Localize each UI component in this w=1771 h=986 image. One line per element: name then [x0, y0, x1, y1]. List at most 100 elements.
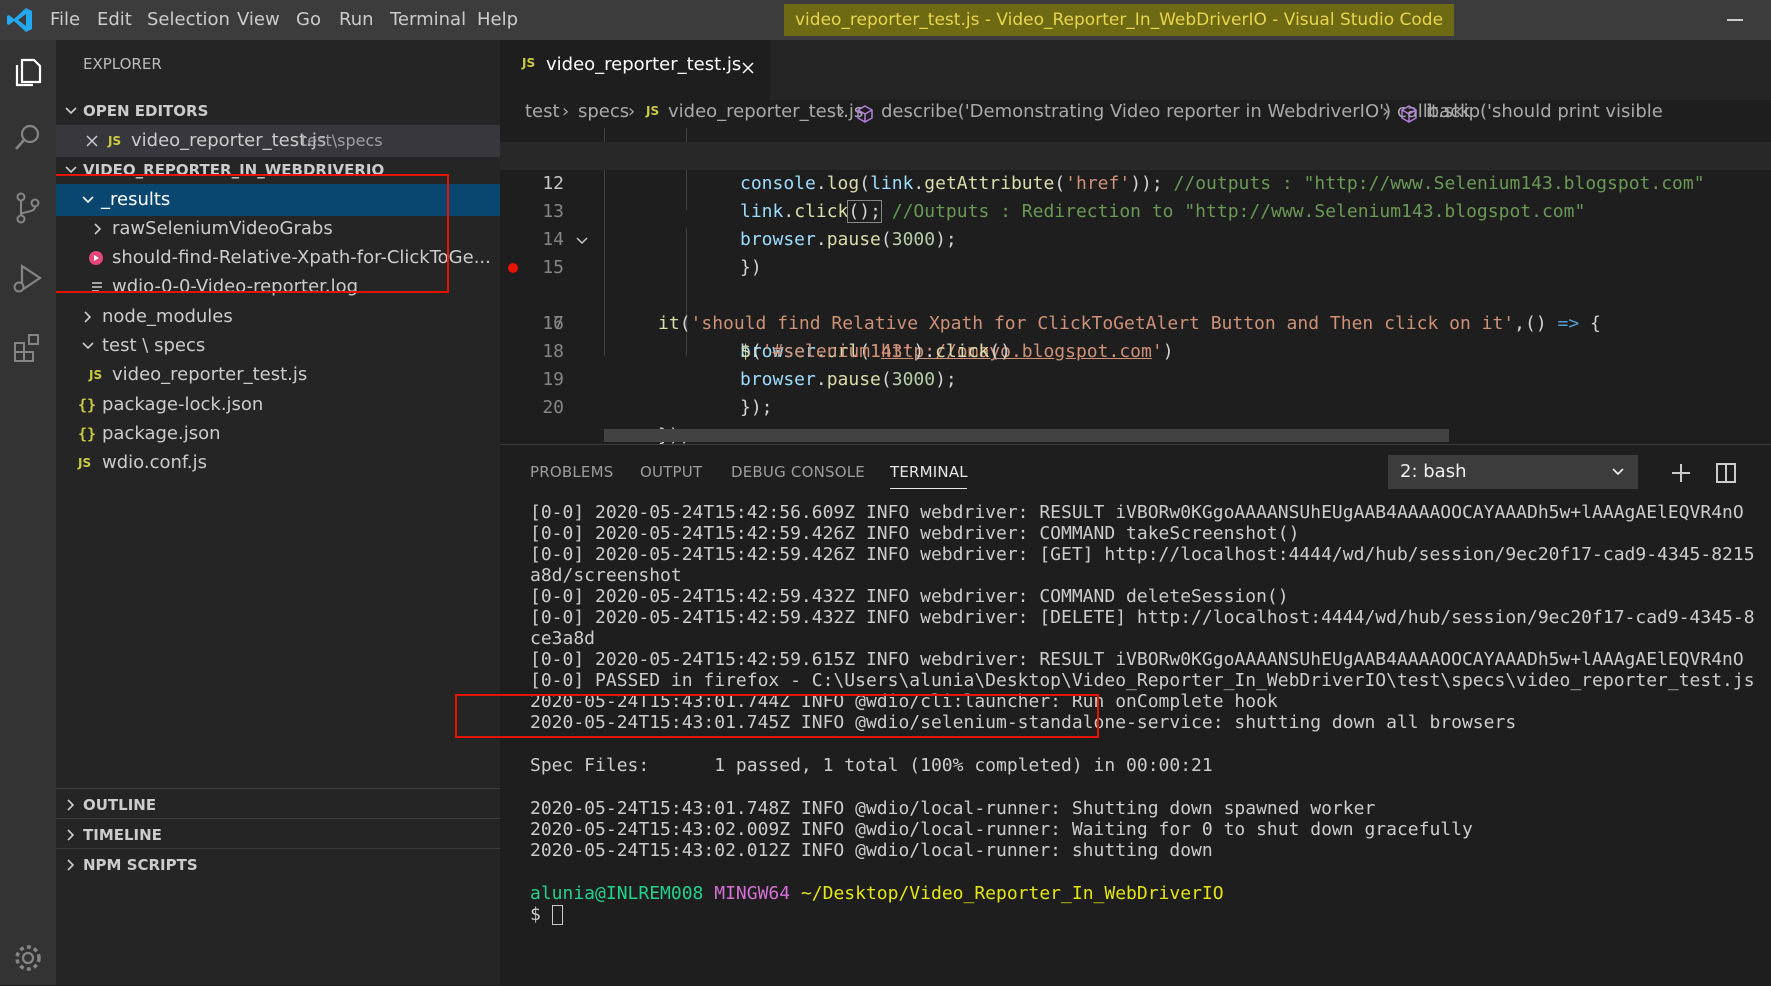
- line-number: 20: [542, 397, 564, 418]
- open-editor-item[interactable]: JS video_reporter_test.js test\specs: [56, 125, 500, 157]
- settings-gear-icon[interactable]: [8, 938, 48, 978]
- tree-item-package-lock[interactable]: {} package-lock.json: [56, 389, 500, 421]
- tab-debug-console[interactable]: DEBUG CONSOLE: [731, 463, 865, 481]
- explorer-icon[interactable]: [8, 52, 48, 92]
- tree-label: rawSeleniumVideoGrabs: [112, 218, 333, 239]
- open-editors-header[interactable]: OPEN EDITORS: [56, 95, 500, 127]
- terminal-prompt: alunia@INLREM008 MINGW64 ~/Desktop/Video…: [530, 882, 1224, 906]
- js-file-icon: JS: [89, 368, 103, 382]
- prompt-symbol: $: [530, 904, 541, 925]
- active-tab-underline: [890, 488, 967, 489]
- terminal-line: [0-0] 2020-05-24T15:42:59.426Z INFO webd…: [530, 544, 1755, 565]
- prompt-user: alunia@INLREM008: [530, 883, 704, 904]
- code-line-13: 13 browser.pause(3000);: [500, 170, 1771, 250]
- tree-label: wdio-0-0-Video-reporter.log: [112, 276, 359, 297]
- tree-item-node-modules[interactable]: node_modules: [56, 301, 500, 333]
- terminal-line: 2020-05-24T15:43:01.745Z INFO @wdio/sele…: [530, 712, 1517, 733]
- tree-item-rawseleniumvideograbs[interactable]: rawSeleniumVideoGrabs: [56, 213, 500, 245]
- breadcrumb: test › specs › JS video_reporter_test.js…: [500, 100, 1771, 128]
- tree-label: node_modules: [102, 306, 233, 327]
- minimize-icon[interactable]: [1727, 19, 1743, 21]
- tab-output[interactable]: OUTPUT: [640, 463, 702, 481]
- tree-item-video-reporter-test[interactable]: JS video_reporter_test.js: [56, 359, 500, 391]
- breadcrumb-item[interactable]: video_reporter_test.js: [668, 101, 863, 122]
- npm-scripts-label: NPM SCRIPTS: [83, 856, 198, 874]
- tree-item-video-file[interactable]: should-find-Relative-Xpath-for-ClickToGe…: [56, 242, 500, 274]
- menu-go[interactable]: Go: [296, 9, 321, 30]
- chevron-down-icon: [1612, 468, 1624, 476]
- chevron-right-icon: [67, 799, 75, 811]
- chevron-down-icon: [82, 342, 94, 350]
- tree-label: wdio.conf.js: [102, 452, 208, 473]
- chevron-right-icon: ›: [838, 101, 846, 122]
- tree-item-results[interactable]: _results: [56, 184, 500, 216]
- tree-item-test-specs[interactable]: test \ specs: [56, 330, 500, 362]
- code-line-20: 20 });: [500, 366, 1771, 444]
- code-line-12: 12 link.click(); //Outputs : Redirection…: [500, 142, 1771, 223]
- source-control-icon[interactable]: [8, 188, 48, 228]
- tab-problems[interactable]: PROBLEMS: [530, 463, 613, 481]
- tree-label: test \ specs: [102, 335, 206, 356]
- js-file-icon: JS: [522, 56, 536, 70]
- tab-terminal[interactable]: TERMINAL: [890, 463, 968, 481]
- tab-label: video_reporter_test.js: [546, 54, 742, 75]
- js-file-icon: JS: [646, 104, 660, 118]
- menu-edit[interactable]: Edit: [97, 9, 132, 30]
- terminal-cursor: [551, 905, 563, 925]
- run-debug-icon[interactable]: [8, 258, 48, 298]
- close-icon[interactable]: [86, 135, 98, 147]
- menu-file[interactable]: File: [50, 9, 80, 30]
- split-terminal-icon[interactable]: [1716, 463, 1736, 483]
- search-icon[interactable]: [8, 118, 48, 158]
- code-line-18: 18 browser.pause(3000);: [500, 310, 1771, 390]
- tree-label: _results: [101, 189, 171, 210]
- close-icon[interactable]: [742, 62, 754, 74]
- tree-label: package-lock.json: [102, 394, 264, 415]
- extensions-icon[interactable]: [8, 328, 48, 368]
- tree-item-wdio-conf[interactable]: JS wdio.conf.js: [56, 447, 500, 479]
- breadcrumb-item[interactable]: specs: [578, 101, 629, 122]
- terminal-line: 2020-05-24T15:43:02.012Z INFO @wdio/loca…: [530, 840, 1213, 861]
- menu-selection[interactable]: Selection: [147, 9, 230, 30]
- project-header[interactable]: VIDEO_REPORTER_IN_WEBDRIVERIO: [56, 154, 500, 186]
- breadcrumb-item[interactable]: test: [525, 101, 560, 122]
- open-editor-filename: video_reporter_test.js: [131, 130, 327, 151]
- menu-terminal[interactable]: Terminal: [390, 9, 466, 30]
- tree-item-log-file[interactable]: wdio-0-0-Video-reporter.log: [56, 271, 500, 303]
- horizontal-scrollbar[interactable]: [604, 429, 1449, 442]
- breadcrumb-item[interactable]: it.skip('should print visible: [1426, 101, 1663, 122]
- terminal-selector[interactable]: 2: bash: [1388, 455, 1638, 489]
- code-line-11: 11 console.log(link.getAttribute('href')…: [500, 128, 1771, 194]
- menu-view[interactable]: View: [237, 9, 280, 30]
- explorer-title: EXPLORER: [83, 55, 162, 73]
- code-line-16: 16 browser.url('http://omayo.blogspot.co…: [500, 254, 1771, 362]
- chevron-right-icon: ›: [1382, 101, 1390, 122]
- fold-chevron-icon[interactable]: [576, 236, 588, 246]
- outline-header[interactable]: OUTLINE: [56, 789, 500, 821]
- menu-help[interactable]: Help: [477, 9, 518, 30]
- timeline-header[interactable]: TIMELINE: [56, 819, 500, 851]
- open-editors-label: OPEN EDITORS: [83, 102, 209, 120]
- chevron-down-icon: [65, 107, 77, 115]
- token: });: [740, 397, 773, 418]
- new-terminal-plus-icon[interactable]: [1671, 463, 1691, 483]
- tree-item-package-json[interactable]: {} package.json: [56, 418, 500, 450]
- tree-label: video_reporter_test.js: [112, 364, 308, 385]
- tree-label: should-find-Relative-Xpath-for-ClickToGe…: [112, 247, 491, 268]
- code-editor[interactable]: 11 console.log(link.getAttribute('href')…: [500, 128, 1771, 444]
- terminal-line: [0-0] 2020-05-24T15:42:59.432Z INFO webd…: [530, 607, 1755, 628]
- js-file-icon: JS: [108, 134, 122, 148]
- editor-tabs: JS video_reporter_test.js: [500, 40, 1771, 100]
- npm-scripts-header[interactable]: NPM SCRIPTS: [56, 849, 500, 881]
- terminal-input-line[interactable]: $: [530, 903, 563, 927]
- menu-run[interactable]: Run: [339, 9, 374, 30]
- explorer-sidebar: EXPLORER OPEN EDITORS JS video_reporter_…: [56, 40, 500, 985]
- json-file-icon: {}: [78, 396, 97, 414]
- chevron-right-icon: ›: [562, 101, 570, 122]
- spec-summary-line: Spec Files: 1 passed, 1 total (100% comp…: [530, 755, 1213, 776]
- title-bar: File Edit Selection View Go Run Terminal…: [0, 0, 1771, 40]
- breakpoint-dot[interactable]: [508, 263, 518, 273]
- vscode-logo: [7, 8, 32, 32]
- tab-video-reporter-test[interactable]: JS video_reporter_test.js: [500, 40, 770, 100]
- open-editor-path: test\specs: [301, 131, 383, 150]
